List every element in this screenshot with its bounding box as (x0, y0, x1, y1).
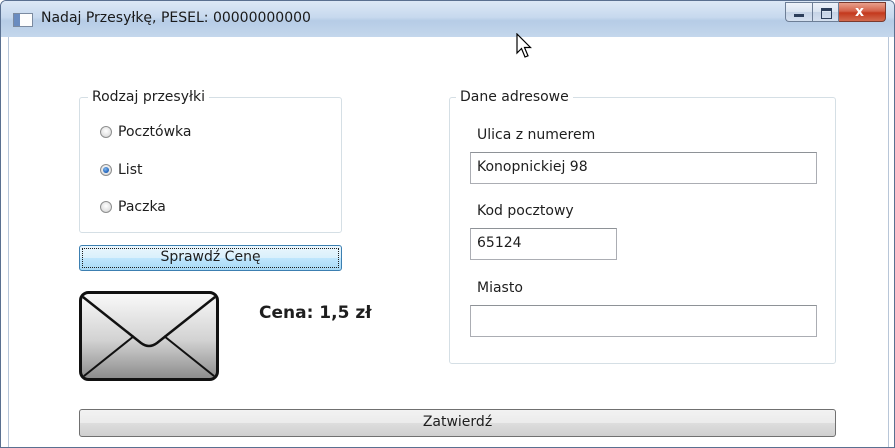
maximize-button[interactable] (812, 2, 839, 22)
window-content: Rodzaj przesyłki Pocztówka List Paczka S… (8, 37, 889, 447)
radio-pocztowka[interactable]: Pocztówka (100, 124, 192, 140)
street-label: Ulica z numerem (477, 127, 596, 143)
focus-rectangle (82, 248, 339, 268)
close-icon: x (855, 4, 865, 20)
confirm-button[interactable]: Zatwierdź (79, 409, 836, 437)
title-bar[interactable]: Nadaj Przesyłkę, PESEL: 00000000000 x (1, 1, 894, 37)
radio-paczka[interactable]: Paczka (100, 199, 166, 215)
caption-buttons: x (785, 2, 886, 23)
postal-code-label: Kod pocztowy (477, 203, 574, 219)
window-title: Nadaj Przesyłkę, PESEL: 00000000000 (41, 10, 311, 26)
shipment-type-group: Rodzaj przesyłki Pocztówka List Paczka (79, 89, 342, 233)
street-input[interactable]: Konopnickiej 98 (470, 152, 817, 184)
city-label: Miasto (477, 280, 523, 296)
app-window: Nadaj Przesyłkę, PESEL: 00000000000 x Ro… (0, 0, 895, 448)
mouse-cursor-icon (516, 33, 532, 58)
minimize-icon (794, 14, 804, 17)
confirm-label: Zatwierdź (422, 414, 493, 430)
check-price-button[interactable]: Sprawdź Cenę (79, 245, 342, 271)
radio-circle-icon (100, 126, 112, 138)
radio-checked-icon (100, 164, 112, 176)
price-label: Cena: 1,5 zł (259, 303, 372, 323)
maximize-icon (821, 8, 832, 19)
radio-label: List (118, 162, 143, 178)
window-icon (13, 13, 33, 27)
radio-label: Pocztówka (118, 124, 192, 140)
address-legend: Dane adresowe (456, 89, 573, 105)
envelope-icon (79, 291, 219, 381)
city-input[interactable] (470, 305, 817, 337)
close-button[interactable]: x (839, 2, 886, 22)
minimize-button[interactable] (785, 2, 812, 22)
address-group: Dane adresowe Ulica z numerem Konopnicki… (449, 89, 836, 364)
shipment-type-legend: Rodzaj przesyłki (88, 89, 209, 105)
radio-label: Paczka (118, 199, 166, 215)
radio-circle-icon (100, 201, 112, 213)
postal-code-input[interactable]: 65124 (470, 228, 617, 260)
radio-list[interactable]: List (100, 162, 142, 178)
